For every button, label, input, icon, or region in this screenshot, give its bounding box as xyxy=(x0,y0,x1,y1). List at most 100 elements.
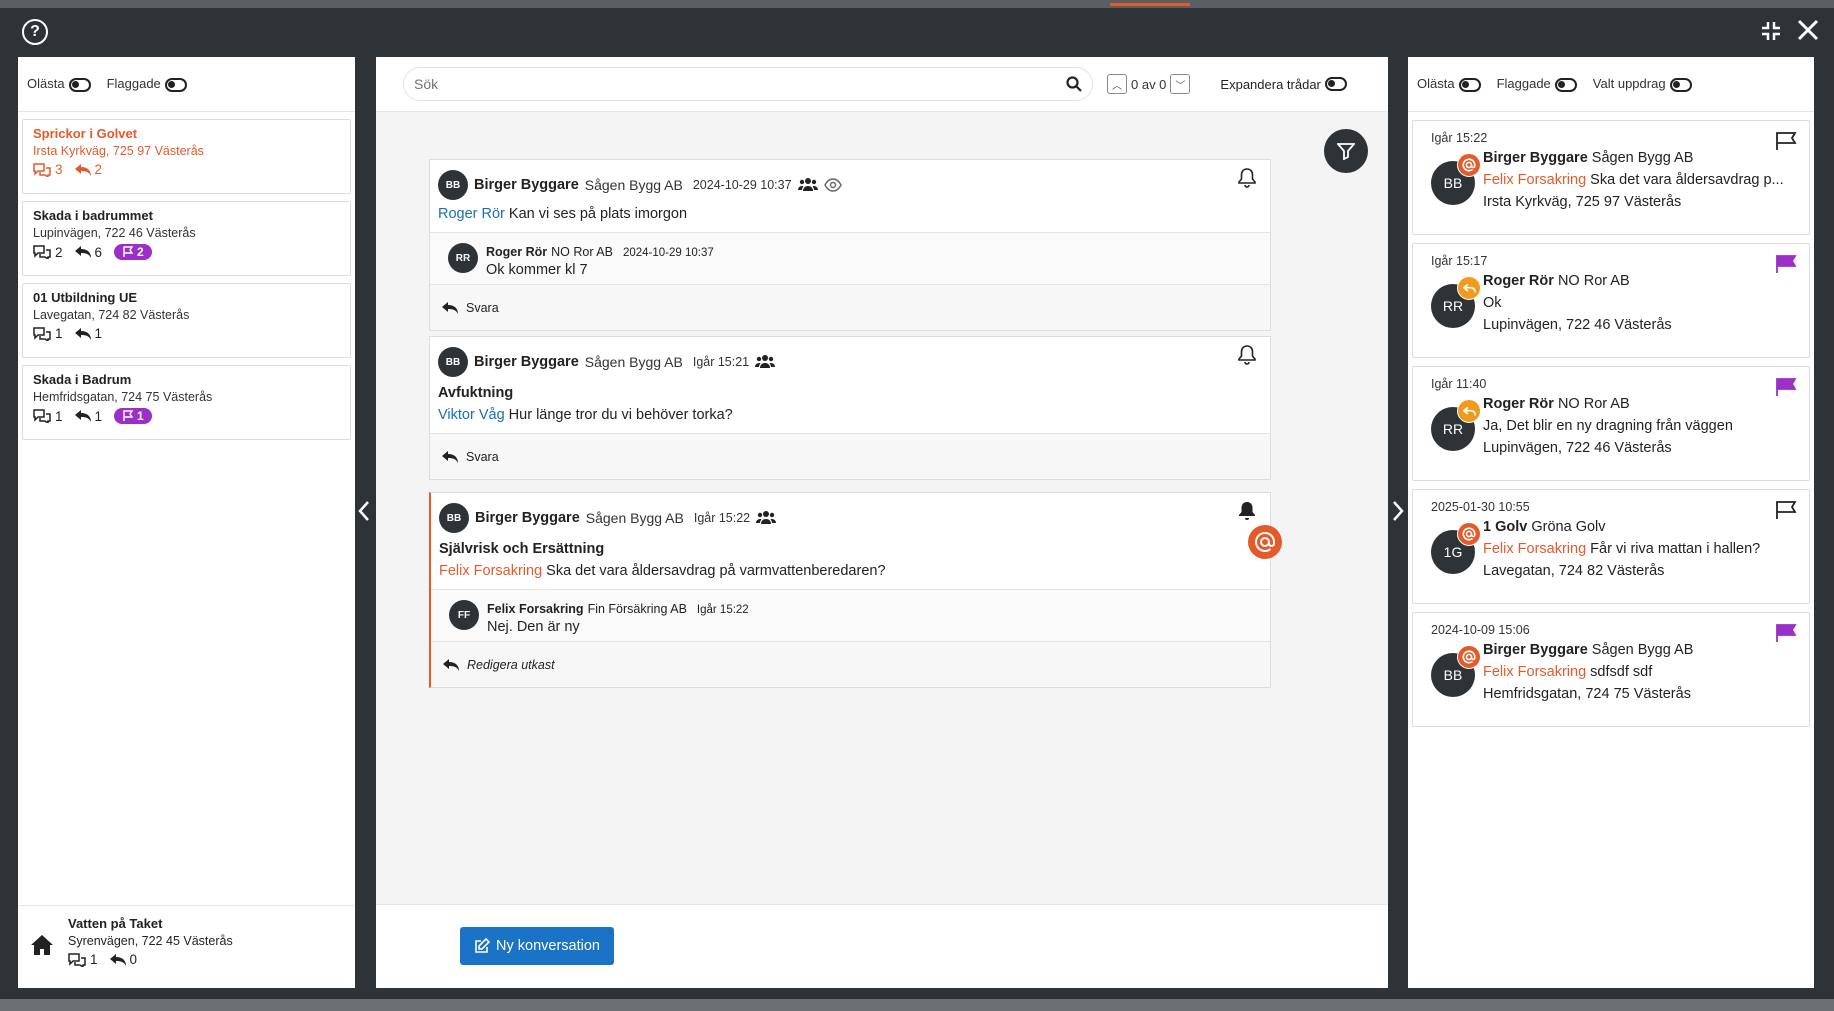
conversation-panel: ︿ 0 av 0 ﹀ Expandera trådar BB Birger By… xyxy=(376,57,1388,988)
reply-button[interactable]: Svara xyxy=(430,433,1270,479)
background-tab-indicator xyxy=(1110,3,1190,6)
reply-text: Ok kommer kl 7 xyxy=(486,262,588,278)
flag-filled-icon[interactable] xyxy=(1775,377,1797,397)
toggle-flagged-right[interactable] xyxy=(1554,77,1577,92)
match-count: 0 av 0 xyxy=(1131,76,1167,92)
flag-filled-icon[interactable] xyxy=(1775,254,1797,274)
notification-item[interactable]: Igår 11:40 RR Roger Rör NO Ror AB Ja, De… xyxy=(1412,366,1810,481)
collapse-left-arrow-icon[interactable] xyxy=(357,500,371,522)
notification-text: Ok xyxy=(1483,295,1502,311)
replies-count: 1 xyxy=(94,408,103,424)
replies-count: 1 xyxy=(94,326,103,341)
notification-item[interactable]: 2024-10-09 15:06 BB Birger Byggare Sågen… xyxy=(1412,612,1810,727)
mention-badge xyxy=(1457,645,1481,669)
reply-badge xyxy=(1457,276,1481,300)
modal-topbar: ? xyxy=(8,8,1834,58)
message-text: Viktor Våg Hur länge tror du vi behöver … xyxy=(430,401,1270,433)
filter-button[interactable] xyxy=(1324,129,1368,173)
mention-link[interactable]: Felix Forsakring xyxy=(1483,172,1586,188)
author-name: Birger Byggare xyxy=(475,510,580,526)
toggle-expand-threads[interactable] xyxy=(1324,77,1347,91)
filter-icon xyxy=(1337,143,1355,160)
notification-author: Birger Byggare xyxy=(1483,150,1588,166)
bell-icon[interactable] xyxy=(1238,168,1256,188)
job-list-item[interactable]: Sprickor i Golvet Irsta Kyrkväg, 725 97 … xyxy=(22,119,351,194)
notification-item[interactable]: Igår 15:22 BB Birger Byggare Sågen Bygg … xyxy=(1412,120,1810,235)
job-list-item[interactable]: 01 Utbildning UE Lavegatan, 724 82 Väste… xyxy=(22,283,351,358)
search-input[interactable] xyxy=(414,76,1066,92)
next-match-button[interactable]: ﹀ xyxy=(1170,74,1191,94)
notification-company: Gröna Golv xyxy=(1531,519,1606,535)
author-name: Birger Byggare xyxy=(474,177,579,193)
background-strip xyxy=(0,0,1834,8)
job-address: Irsta Kyrkväg, 725 97 Västerås xyxy=(33,144,204,158)
collapse-right-arrow-icon[interactable] xyxy=(1391,500,1405,522)
toggle-flagged[interactable] xyxy=(164,77,187,92)
close-icon[interactable] xyxy=(1796,18,1820,42)
message-title: Avfuktning xyxy=(438,385,514,401)
mention-link[interactable]: Viktor Våg xyxy=(438,407,505,423)
reply-button[interactable]: Redigera utkast xyxy=(431,641,1270,687)
flag-outline-icon[interactable] xyxy=(1775,500,1797,520)
reply-company: NO Ror AB xyxy=(551,245,613,259)
expand-threads[interactable]: Expandera trådar xyxy=(1220,77,1354,92)
job-stats: 3 2 xyxy=(33,162,340,177)
filter-flagged[interactable]: Flaggade xyxy=(107,76,195,92)
new-conversation-button[interactable]: Ny konversation xyxy=(460,927,614,965)
toggle-selected-job[interactable] xyxy=(1669,77,1692,92)
mention-link[interactable]: Felix Forsakring xyxy=(439,563,542,579)
bell-icon[interactable] xyxy=(1238,345,1256,365)
collapse-icon[interactable] xyxy=(1760,20,1782,42)
comments-count: 2 xyxy=(55,244,63,260)
prev-match-button[interactable]: ︿ xyxy=(1107,74,1127,94)
reply-icon xyxy=(109,953,126,966)
mention-link[interactable]: Roger Rör xyxy=(438,206,505,222)
flag-count-badge: 2 xyxy=(114,244,152,260)
toggle-unread[interactable] xyxy=(68,77,91,92)
footer-job-address: Syrenvägen, 722 45 Västerås xyxy=(68,934,233,948)
notification-list: Igår 15:22 BB Birger Byggare Sågen Bygg … xyxy=(1408,120,1814,727)
notification-company: NO Ror AB xyxy=(1557,273,1630,289)
comments-count: 1 xyxy=(90,952,98,967)
reply-date: 2024-10-29 10:37 xyxy=(622,247,714,259)
toggle-unread-right[interactable] xyxy=(1458,77,1481,92)
job-list-item[interactable]: Skada i Badrum Hemfridsgatan, 724 75 Väs… xyxy=(22,365,351,440)
author-company: Sågen Bygg AB xyxy=(584,177,683,193)
notification-author: Roger Rör xyxy=(1483,273,1554,289)
job-title: Skada i badrummet xyxy=(33,208,153,223)
notification-address: Irsta Kyrkväg, 725 97 Västerås xyxy=(1483,194,1682,210)
job-list-item[interactable]: Skada i badrummet Lupinvägen, 722 46 Väs… xyxy=(22,201,351,276)
mention-link[interactable]: Felix Forsakring xyxy=(1483,541,1586,557)
filter-unread[interactable]: Olästa xyxy=(27,76,99,92)
filter-unread-right[interactable]: Olästa xyxy=(1417,76,1489,92)
bell-active-icon[interactable] xyxy=(1238,501,1256,521)
job-title: 01 Utbildning UE xyxy=(33,290,137,305)
notification-author: Roger Rör xyxy=(1483,396,1554,412)
message-card: BB Birger Byggare Sågen Bygg AB Igår 15:… xyxy=(429,492,1282,688)
search-box[interactable] xyxy=(403,67,1093,101)
message-header: BB Birger Byggare Sågen Bygg AB 2024-10-… xyxy=(430,160,1270,200)
participants-icon[interactable] xyxy=(755,354,776,370)
comments-count: 1 xyxy=(55,408,63,424)
mention-link[interactable]: Felix Forsakring xyxy=(1483,664,1586,680)
help-icon[interactable]: ? xyxy=(22,19,48,45)
flag-filled-icon[interactable] xyxy=(1775,623,1797,643)
left-footer-job[interactable]: Vatten på Taket Syrenvägen, 722 45 Väste… xyxy=(18,905,355,988)
notification-text: sdfsdf sdf xyxy=(1590,664,1653,680)
search-bar: ︿ 0 av 0 ﹀ Expandera trådar xyxy=(376,57,1388,112)
notification-item[interactable]: Igår 15:17 RR Roger Rör NO Ror AB Ok Lup… xyxy=(1412,243,1810,358)
filter-selected-job[interactable]: Valt uppdrag xyxy=(1593,76,1700,92)
job-address: Lavegatan, 724 82 Västerås xyxy=(33,308,190,322)
participants-icon[interactable] xyxy=(756,510,777,526)
comments-icon xyxy=(33,245,51,259)
notification-address: Hemfridsgatan, 724 75 Västerås xyxy=(1483,686,1691,702)
notifications-panel: Olästa Flaggade Valt uppdrag Igår 15:22 … xyxy=(1408,57,1814,988)
participants-icon[interactable] xyxy=(797,177,818,193)
job-title: Sprickor i Golvet xyxy=(33,126,138,141)
search-icon[interactable] xyxy=(1066,76,1082,92)
reply-button[interactable]: Svara xyxy=(430,284,1270,330)
flag-outline-icon[interactable] xyxy=(1775,131,1797,151)
filter-flagged-right[interactable]: Flaggade xyxy=(1497,76,1585,92)
notification-item[interactable]: 2025-01-30 10:55 1G 1 Golv Gröna Golv Fe… xyxy=(1412,489,1810,604)
notification-author: Birger Byggare xyxy=(1483,642,1588,658)
